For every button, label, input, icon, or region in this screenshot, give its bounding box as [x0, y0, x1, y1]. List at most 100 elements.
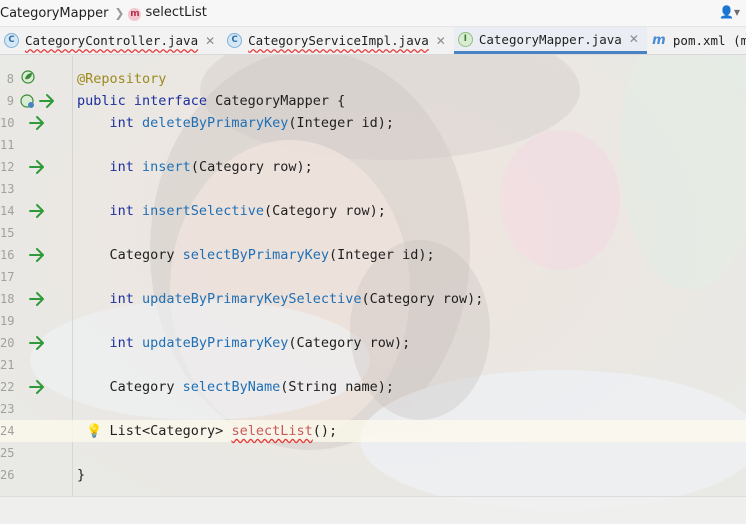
line-number: 9 — [6, 94, 14, 108]
code-line[interactable]: 25 — [0, 442, 746, 464]
interface-icon: I — [457, 31, 473, 47]
arrow-right-icon[interactable] — [28, 379, 46, 395]
line-number: 12 — [0, 160, 15, 174]
line-number: 16 — [0, 248, 15, 262]
arrow-right-icon[interactable] — [28, 203, 46, 219]
code-line[interactable]: 18 int updateByPrimaryKeySelective(Categ… — [0, 288, 746, 310]
code-token: (Category row); — [288, 335, 411, 351]
close-icon[interactable]: ✕ — [629, 32, 639, 46]
spring-bean-icon[interactable] — [20, 69, 36, 85]
code-text: int updateByPrimaryKey(Category row); — [77, 332, 411, 354]
chevron-right-icon: ❯ — [114, 6, 125, 20]
code-token-fn: insert — [142, 159, 191, 175]
code-text: Category selectByPrimaryKey(Integer id); — [77, 244, 435, 266]
code-token-fnerr: selectList — [231, 423, 313, 439]
line-number: 14 — [0, 204, 15, 218]
code-line[interactable]: 8 @Repository — [0, 68, 746, 90]
line-number: 11 — [0, 138, 15, 152]
code-line[interactable]: 15 — [0, 222, 746, 244]
code-line[interactable]: 13 — [0, 178, 746, 200]
code-line[interactable]: 22 Category selectByName(String name); — [0, 376, 746, 398]
code-token-kw: int — [109, 159, 143, 175]
editor-tabs: C CategoryController.java ✕ C CategorySe… — [0, 27, 746, 55]
arrow-right-icon[interactable] — [28, 291, 46, 307]
arrow-right-icon[interactable] — [28, 115, 46, 131]
line-number: 8 — [6, 72, 14, 86]
code-text: public interface CategoryMapper { — [77, 90, 345, 112]
code-token: (Category row); — [263, 203, 386, 219]
arrow-right-icon[interactable] — [28, 247, 46, 263]
implemented-icon[interactable] — [20, 93, 60, 109]
user-icon[interactable]: 👤▾ — [719, 5, 740, 19]
breadcrumb: CategoryMapper ❯ m selectList 👤▾ — [0, 0, 746, 27]
code-text: Category selectByName(String name); — [77, 376, 395, 398]
code-line[interactable]: 17 — [0, 266, 746, 288]
tab-label: CategoryController.java — [25, 33, 199, 48]
code-line[interactable]: 9 public interface CategoryMapper { — [0, 90, 746, 112]
code-token-fn: updateByPrimaryKey — [142, 335, 289, 351]
code-line[interactable]: 26} — [0, 464, 746, 486]
line-number: 22 — [0, 380, 15, 394]
code-token-kw: int — [109, 291, 143, 307]
tab-category-mapper[interactable]: I CategoryMapper.java ✕ — [453, 27, 647, 54]
code-line[interactable]: 12 int insert(Category row); — [0, 156, 746, 178]
code-token: (Integer id); — [328, 247, 435, 263]
line-number: 19 — [0, 314, 15, 328]
code-text: @Repository — [77, 68, 166, 90]
code-text: int updateByPrimaryKeySelective(Category… — [77, 288, 484, 310]
code-line[interactable]: 16 Category selectByPrimaryKey(Integer i… — [0, 244, 746, 266]
arrow-right-icon[interactable] — [28, 159, 46, 175]
line-number: 20 — [0, 336, 15, 350]
code-token-kw: int — [109, 115, 143, 131]
breadcrumb-item-method-label: selectList — [145, 5, 207, 20]
code-token: Category — [77, 247, 183, 263]
tab-label: CategoryMapper.java — [478, 31, 622, 47]
line-number: 15 — [0, 226, 15, 240]
editor-bottom-area — [0, 496, 746, 524]
code-token-ann: @Repository — [77, 71, 167, 87]
line-number: 18 — [0, 292, 15, 306]
code-token-fn: selectByName — [182, 379, 281, 395]
code-text: int insert(Category row); — [77, 156, 313, 178]
code-line[interactable]: 24 💡 List<Category> selectList(); — [0, 420, 746, 442]
code-token: List<Category> — [77, 423, 232, 439]
code-text: int deleteByPrimaryKey(Integer id); — [77, 112, 395, 134]
code-line[interactable]: 23 — [0, 398, 746, 420]
line-number: 25 — [0, 446, 15, 460]
arrow-right-icon[interactable] — [28, 335, 46, 351]
close-icon[interactable]: ✕ — [205, 34, 215, 48]
code-line[interactable]: 20 int updateByPrimaryKey(Category row); — [0, 332, 746, 354]
method-icon: m — [128, 8, 142, 21]
code-line[interactable]: 14 int insertSelective(Category row); — [0, 200, 746, 222]
tab-pom-xml[interactable]: m pom.xml (mal) — [647, 27, 746, 54]
code-line[interactable]: 11 — [0, 134, 746, 156]
code-text: int insertSelective(Category row); — [77, 200, 386, 222]
code-line[interactable]: 19 — [0, 310, 746, 332]
code-line[interactable]: 21 — [0, 354, 746, 376]
code-token: (String name); — [280, 379, 395, 395]
line-number: 23 — [0, 402, 15, 416]
close-icon[interactable]: ✕ — [436, 34, 446, 48]
breadcrumb-item-class[interactable]: CategoryMapper — [0, 6, 108, 21]
code-token-fn: updateByPrimaryKeySelective — [142, 291, 362, 307]
code-token: (Category row); — [190, 159, 313, 175]
code-token: } — [77, 467, 86, 483]
tab-label: CategoryServiceImpl.java — [248, 33, 429, 48]
line-number: 10 — [0, 116, 15, 130]
code-text: } — [77, 464, 85, 486]
tab-category-controller[interactable]: C CategoryController.java ✕ — [0, 27, 223, 54]
code-token-fn: insertSelective — [142, 203, 264, 219]
code-line[interactable]: 10 int deleteByPrimaryKey(Integer id); — [0, 112, 746, 134]
code-token: CategoryMapper { — [215, 93, 346, 109]
code-text: List<Category> selectList(); — [77, 420, 338, 442]
code-token-kw: public interface — [77, 93, 216, 109]
code-token-kw: int — [109, 335, 143, 351]
breadcrumb-item-method[interactable]: m selectList — [128, 5, 207, 21]
code-token: (); — [312, 423, 338, 439]
code-token: (Integer id); — [288, 115, 395, 131]
tab-category-service-impl[interactable]: C CategoryServiceImpl.java ✕ — [223, 27, 454, 54]
